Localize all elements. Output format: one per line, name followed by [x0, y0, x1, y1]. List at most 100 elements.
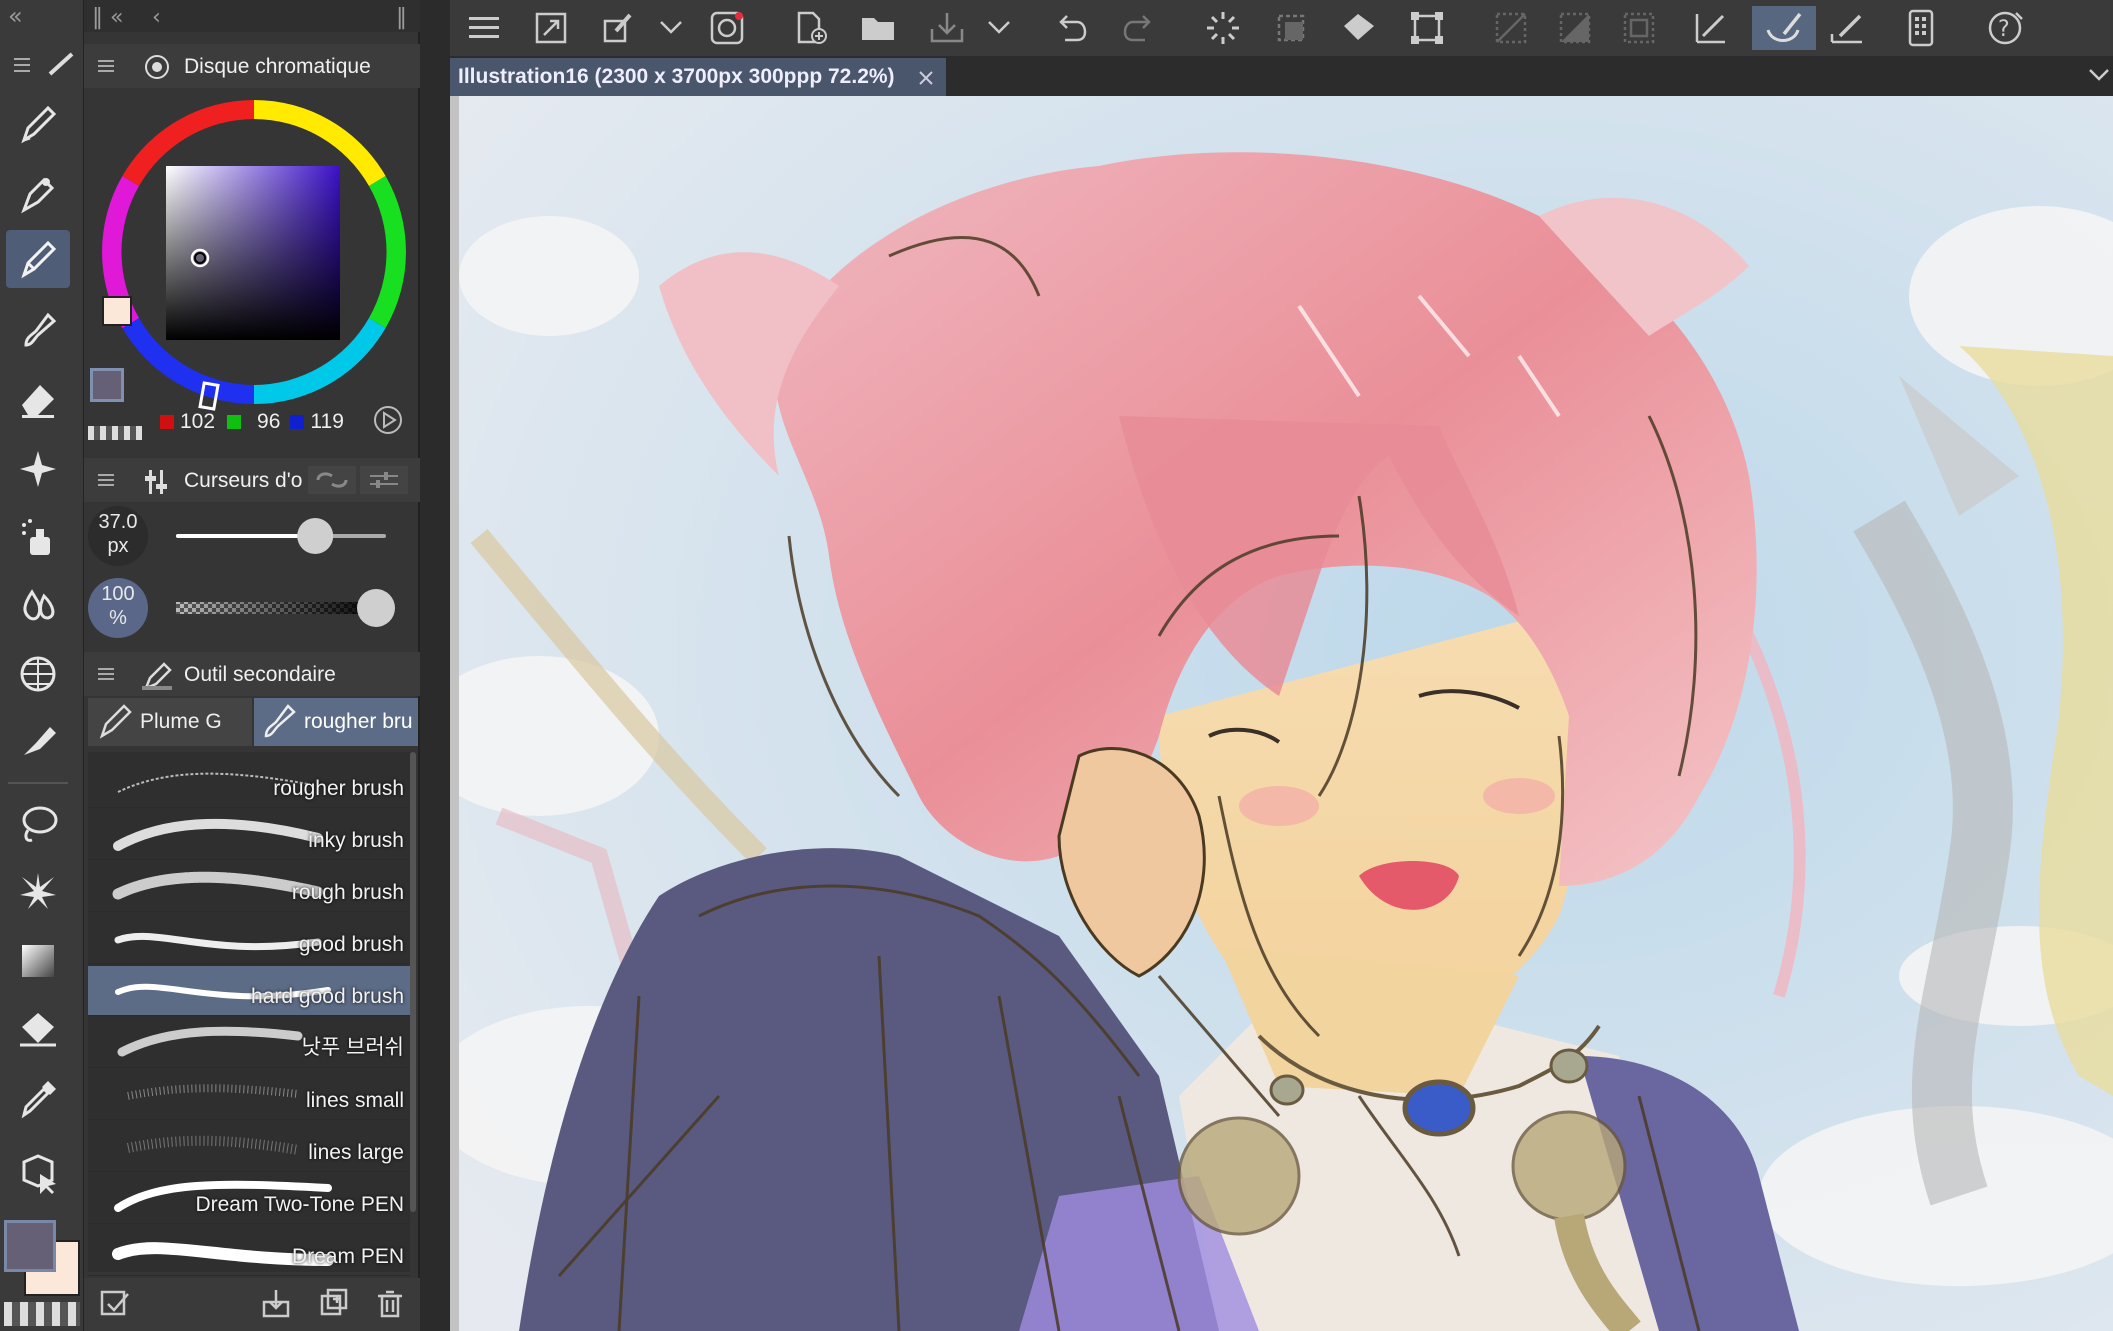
chevron-down-icon[interactable] — [646, 6, 696, 50]
svg-text:‖ «: ‖ « — [92, 5, 123, 30]
invert-selection-icon[interactable] — [1550, 6, 1600, 50]
menu-icon[interactable] — [98, 664, 114, 684]
color-wheel-header: Disque chromatique — [84, 44, 420, 88]
gradient-icon[interactable] — [6, 932, 70, 990]
sparkle-icon[interactable] — [6, 440, 70, 498]
color-wheel-title: Disque chromatique — [184, 55, 371, 78]
fit-view-icon[interactable] — [526, 6, 576, 50]
undo-icon[interactable] — [1046, 6, 1096, 50]
tool-strip-header — [10, 50, 74, 80]
chevron-down-icon[interactable] — [2088, 66, 2110, 86]
opacity-value: 100 — [101, 583, 135, 605]
ink-icon[interactable] — [6, 712, 70, 770]
loading-icon[interactable] — [1198, 6, 1248, 50]
eraser-icon[interactable] — [6, 370, 70, 428]
drawing-canvas[interactable] — [459, 96, 2113, 1331]
pen-icon[interactable] — [6, 95, 70, 153]
opacity-readout[interactable]: 100 % — [88, 578, 148, 638]
brush-preview — [113, 818, 323, 851]
tool-property-icon[interactable] — [594, 6, 644, 50]
transform-icon[interactable] — [1402, 6, 1452, 50]
brush-icon — [264, 704, 296, 738]
color-mode-icon[interactable] — [372, 404, 404, 436]
pen-icon — [99, 704, 132, 739]
document-tab-title: Illustration16 (2300 x 3700px 300ppp 72.… — [458, 65, 895, 88]
blue-swatch-icon — [290, 415, 305, 429]
brush-list-scrollbar[interactable] — [410, 752, 416, 1212]
color-wheel-icon — [145, 55, 169, 79]
sync-icon[interactable] — [308, 466, 356, 494]
airbrush-icon[interactable] — [6, 508, 70, 566]
size-readout[interactable]: 37.0 px — [88, 506, 148, 566]
fill-bucket-icon[interactable] — [1334, 6, 1384, 50]
open-folder-icon[interactable] — [854, 6, 904, 50]
list-item[interactable]: rough brush — [88, 862, 410, 912]
palette-bar-icon[interactable] — [1896, 6, 1946, 50]
menu-icon[interactable] — [98, 56, 114, 76]
list-item[interactable]: lines large — [88, 1122, 410, 1172]
list-item[interactable]: lines small — [88, 1070, 410, 1120]
opacity-slider[interactable] — [176, 588, 406, 628]
brush-preview — [127, 1135, 299, 1155]
help-icon[interactable]: ? — [1980, 6, 2030, 50]
main-color-swatch[interactable] — [4, 1220, 56, 1272]
subtool-footer — [84, 1278, 420, 1331]
transparent-color-swatch[interactable] — [4, 1302, 80, 1326]
stabilizer-icon[interactable] — [1752, 6, 1816, 50]
size-value: 37.0 — [98, 511, 138, 533]
green-value[interactable]: 96 — [257, 410, 280, 434]
document-tab[interactable]: Illustration16 (2300 x 3700px 300ppp 72.… — [450, 58, 946, 96]
subtool-header: Outil secondaire — [84, 652, 420, 696]
download-icon[interactable] — [260, 1288, 292, 1320]
redo-icon[interactable] — [1114, 6, 1164, 50]
subtool-settings-icon[interactable] — [98, 1288, 130, 1320]
group-tab-plume[interactable]: Plume G — [88, 698, 252, 746]
pencil-icon[interactable] — [6, 230, 70, 288]
main-color-mini[interactable] — [90, 368, 124, 402]
clear-selection-icon[interactable] — [1266, 6, 1316, 50]
save-icon[interactable] — [922, 6, 972, 50]
menu-icon[interactable] — [98, 470, 114, 490]
pen-nib-icon[interactable] — [6, 165, 70, 223]
eyedropper-icon[interactable] — [6, 1070, 70, 1128]
list-item[interactable]: inky brush — [88, 810, 410, 860]
list-item-active[interactable]: hard good brush — [88, 966, 410, 1016]
brush-icon[interactable] — [6, 300, 70, 358]
list-item[interactable]: 낫푸 브러쉬 — [88, 1018, 410, 1068]
list-item[interactable]: Dream Two-Tone PEN — [88, 1174, 410, 1224]
ruler-icon[interactable] — [1686, 6, 1736, 50]
group-tab-label: rougher bru — [304, 710, 413, 733]
settings-sliders-icon[interactable] — [360, 466, 408, 494]
new-file-icon[interactable] — [786, 6, 836, 50]
color-wheel[interactable] — [84, 88, 420, 444]
group-tab-rougher[interactable]: rougher bru — [254, 698, 418, 746]
svg-text:‖: ‖ — [396, 5, 407, 30]
auto-select-icon[interactable] — [6, 862, 70, 920]
move-icon[interactable] — [6, 1145, 70, 1203]
lasso-icon[interactable] — [6, 795, 70, 853]
chevron-down-icon[interactable] — [974, 6, 1024, 50]
fill-icon[interactable] — [6, 1000, 70, 1058]
duplicate-icon[interactable] — [318, 1288, 350, 1320]
line-correction-icon[interactable] — [1822, 6, 1872, 50]
close-icon[interactable] — [918, 70, 934, 86]
transparent-mini[interactable] — [88, 426, 142, 440]
red-value[interactable]: 102 — [180, 410, 215, 434]
grid-icon[interactable] — [6, 645, 70, 703]
collapse-left-icon[interactable]: « — [0, 0, 84, 32]
trash-icon[interactable] — [374, 1288, 406, 1320]
select-all-icon[interactable] — [1614, 6, 1664, 50]
tool-divider — [8, 782, 68, 784]
sub-color-mini[interactable] — [102, 296, 132, 326]
command-bar: ? — [450, 0, 2113, 56]
companion-icon[interactable] — [702, 6, 752, 50]
size-slider[interactable] — [176, 516, 406, 556]
list-item[interactable]: Dream PEN — [88, 1226, 410, 1276]
svg-text:‹: ‹ — [152, 5, 161, 30]
hide-outside-icon[interactable] — [1486, 6, 1536, 50]
blue-value[interactable]: 119 — [310, 410, 343, 434]
blend-icon[interactable] — [6, 575, 70, 633]
main-menu-icon[interactable] — [460, 6, 510, 50]
list-item[interactable]: rougher brush — [88, 758, 410, 808]
list-item[interactable]: good brush — [88, 914, 410, 964]
